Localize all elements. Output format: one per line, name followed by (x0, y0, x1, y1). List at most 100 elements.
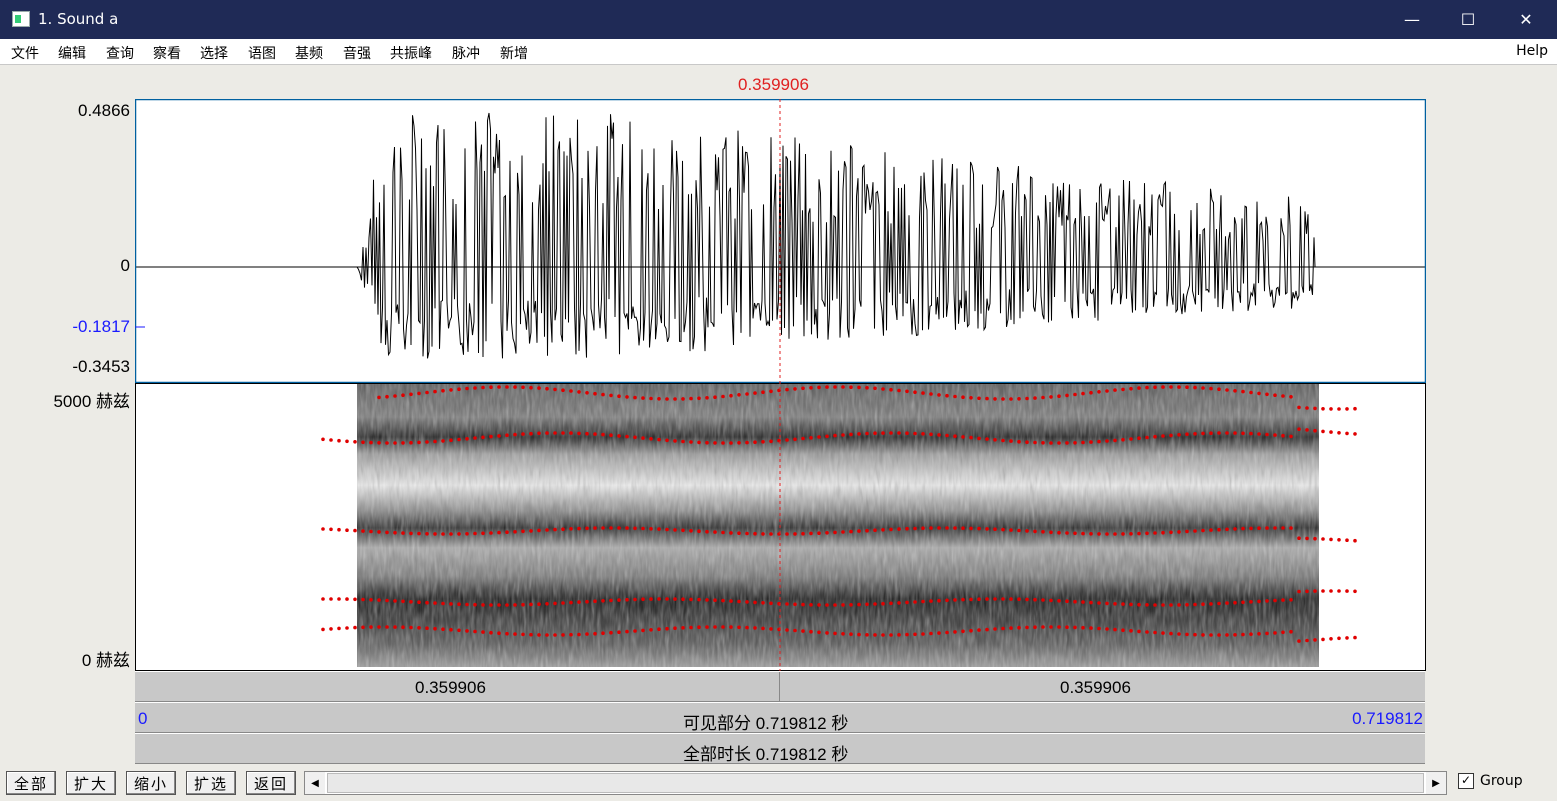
formant-point (1313, 589, 1317, 593)
formant-point (1169, 433, 1173, 438)
formant-point (481, 435, 485, 440)
zoom-back-button[interactable]: 返回 (246, 771, 296, 795)
sound-plot[interactable] (135, 99, 1426, 671)
formant-point (609, 526, 613, 530)
formant-point (377, 598, 381, 602)
zoom-out-button[interactable]: 缩小 (126, 771, 176, 795)
formant-point (753, 391, 757, 395)
menu-pulses[interactable]: 脉冲 (452, 43, 480, 63)
formant-point (441, 439, 445, 443)
formant-point (977, 436, 981, 441)
formant-point (1193, 529, 1197, 533)
formant-point (617, 526, 621, 530)
formant-point (641, 396, 645, 400)
menu-file[interactable]: 文件 (11, 43, 39, 63)
group-toggle[interactable]: ✓ Group (1458, 773, 1523, 789)
formant-point (1209, 528, 1213, 532)
formant-point (897, 527, 901, 531)
visible-bar[interactable]: 0 可见部分 0.719812 秒 0.719812 (135, 702, 1425, 733)
zoom-in-button[interactable]: 扩大 (66, 771, 116, 795)
menu-spectrogram[interactable]: 语图 (248, 43, 276, 63)
formant-point (513, 385, 517, 389)
formant-point (905, 632, 909, 637)
formant-point (1265, 392, 1269, 397)
formant-point (1321, 589, 1325, 593)
formant-point (377, 530, 381, 534)
formant-point (657, 627, 661, 631)
formant-point (841, 433, 845, 437)
formant-point (513, 530, 517, 534)
bottom-toolbar: 全部 扩大 缩小 扩选 返回 ◀ ▶ ✓ Group (0, 765, 1557, 801)
formant-point (969, 435, 973, 440)
formant-point (625, 434, 629, 439)
formant-point (1153, 531, 1157, 535)
formant-point (681, 528, 685, 533)
formant-point (489, 603, 493, 607)
maximize-button[interactable]: ☐ (1440, 0, 1496, 39)
formant-point (697, 440, 701, 445)
menu-formant[interactable]: 共振峰 (390, 43, 432, 63)
formant-point (497, 603, 501, 607)
formant-point (393, 599, 397, 603)
formant-point (793, 602, 797, 607)
formant-point (457, 532, 461, 536)
formant-point (1265, 631, 1269, 636)
minimize-button[interactable]: — (1384, 0, 1440, 39)
formant-point (1177, 530, 1181, 534)
formant-point (641, 526, 645, 531)
formant-point (1345, 407, 1349, 411)
menu-help[interactable]: Help (1516, 43, 1548, 59)
formant-point (785, 387, 789, 392)
formant-point (921, 632, 925, 636)
formant-point (705, 529, 709, 534)
formant-point (1177, 433, 1181, 437)
menu-select[interactable]: 选择 (200, 43, 228, 63)
scroll-right-arrow[interactable]: ▶ (1426, 772, 1446, 794)
close-button[interactable]: ✕ (1498, 0, 1554, 39)
formant-point (1305, 536, 1309, 541)
scroll-left-arrow[interactable]: ◀ (305, 772, 325, 794)
formant-point (457, 437, 461, 442)
segment-bar[interactable]: 0.359906 0.359906 (135, 671, 1425, 702)
formant-point (1249, 632, 1253, 636)
formant-point (1185, 632, 1189, 637)
show-all-button[interactable]: 全部 (6, 771, 56, 795)
menu-pitch[interactable]: 基频 (295, 43, 323, 63)
formant-point (417, 626, 421, 630)
formant-point (1305, 589, 1309, 594)
formant-point (561, 601, 565, 605)
formant-point (441, 388, 445, 393)
formant-point (849, 432, 853, 437)
formant-point (1201, 386, 1205, 390)
formant-point (1329, 589, 1333, 593)
formant-point (985, 627, 989, 632)
formant-point (1081, 531, 1085, 536)
menu-query[interactable]: 查询 (106, 43, 134, 63)
formant-point (921, 432, 925, 436)
formant-point (953, 394, 957, 399)
scroll-thumb[interactable] (327, 773, 1424, 793)
formant-point (577, 632, 581, 637)
formant-point (1193, 632, 1197, 637)
segment-left-duration[interactable]: 0.359906 (415, 678, 486, 698)
formant-point (905, 526, 909, 531)
horizontal-scrollbar[interactable]: ◀ ▶ (304, 771, 1447, 795)
formant-point (345, 528, 349, 532)
zoom-selection-button[interactable]: 扩选 (186, 771, 236, 795)
segment-right-duration[interactable]: 0.359906 (1060, 678, 1131, 698)
formant-point (897, 601, 901, 605)
formant-point (1241, 526, 1245, 531)
formant-point (825, 531, 829, 535)
menu-new[interactable]: 新增 (500, 43, 528, 63)
group-checkbox[interactable]: ✓ (1458, 773, 1474, 789)
menu-intensity[interactable]: 音强 (343, 43, 371, 63)
menu-edit[interactable]: 编辑 (58, 43, 86, 63)
formant-point (521, 529, 525, 534)
formant-point (801, 602, 805, 607)
formant-point (545, 602, 549, 606)
formant-point (529, 632, 533, 637)
menu-view[interactable]: 察看 (153, 43, 181, 63)
formant-point (1321, 637, 1325, 642)
total-bar[interactable]: 全部时长 0.719812 秒 (135, 733, 1425, 764)
formant-point (881, 431, 885, 435)
